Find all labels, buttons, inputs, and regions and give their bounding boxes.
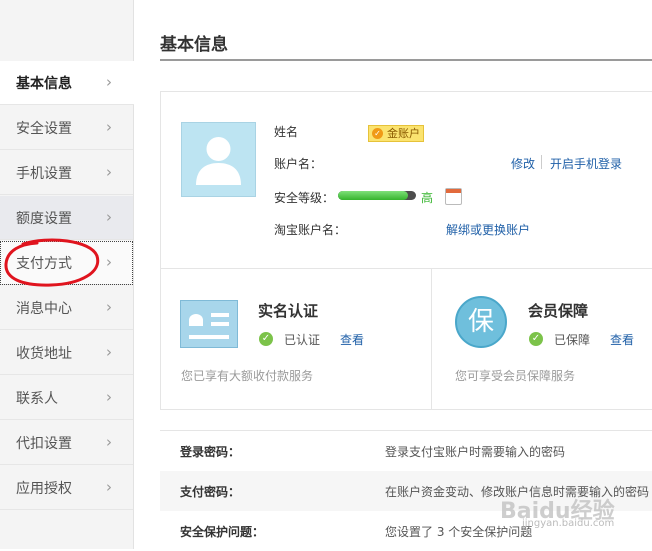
name-label: 姓名 (274, 125, 299, 139)
sidebar-item-label: 额度设置 (16, 211, 72, 227)
verification-desc: 您已享有大额收付款服务 (181, 369, 314, 383)
chevron-right-icon: › (106, 163, 112, 181)
baidu-watermark: Baidu经验 jingyan.baidu.com (500, 499, 615, 529)
unbind-account-link[interactable]: 解绑或更换账户 (446, 221, 530, 238)
row-key: 支付密码： (180, 485, 241, 499)
sidebar-item-limit-settings[interactable]: 额度设置 › (0, 196, 133, 240)
row-value: 登录支付宝账户时需要输入的密码 (385, 445, 566, 459)
security-level-bar (338, 191, 416, 200)
sidebar-item-payment-methods[interactable]: 支付方式 › (0, 241, 133, 285)
protection-view-link[interactable]: 查看 (610, 331, 634, 348)
card-divider-horizontal (160, 268, 652, 269)
sidebar-item-label: 应用授权 (16, 481, 72, 497)
edit-account-link[interactable]: 修改 (511, 155, 535, 172)
sidebar-item-auto-debit[interactable]: 代扣设置 › (0, 421, 133, 465)
protection-title: 会员保障 (528, 302, 589, 320)
sidebar-item-label: 代扣设置 (16, 436, 72, 452)
chevron-right-icon: › (106, 478, 112, 496)
id-card-icon (180, 300, 238, 348)
chevron-right-icon: › (106, 208, 112, 226)
check-icon: ✓ (529, 332, 543, 346)
verification-view-link[interactable]: 查看 (340, 331, 364, 348)
page-title: 基本信息 (160, 35, 228, 55)
chevron-right-icon: › (106, 343, 112, 361)
sidebar-item-shipping-address[interactable]: 收货地址 › (0, 331, 133, 375)
chevron-right-icon: › (106, 433, 112, 451)
account-label: 账户名： (274, 157, 323, 171)
protection-desc: 您可享受会员保障服务 (455, 369, 576, 383)
check-icon: ✓ (259, 332, 273, 346)
gold-account-badge-text: 金账户 (387, 127, 420, 140)
security-settings-table: 登录密码： 登录支付宝账户时需要输入的密码 支付密码： 在账户资金变动、修改账户… (160, 430, 652, 550)
sidebar-item-label: 基本信息 (16, 76, 72, 92)
sidebar-item-security-settings[interactable]: 安全设置 › (0, 106, 133, 150)
calendar-icon[interactable] (445, 188, 462, 205)
taobao-account-label: 淘宝账户名： (274, 223, 347, 237)
chevron-right-icon: › (106, 253, 112, 271)
row-key: 安全保护问题： (180, 525, 265, 539)
sidebar-item-basic-info[interactable]: 基本信息 › (0, 61, 134, 105)
title-divider (160, 59, 652, 61)
gold-account-icon: ✓ (372, 128, 383, 139)
protection-badge-icon: 保 (455, 296, 507, 348)
sidebar-item-label: 收货地址 (16, 346, 72, 362)
link-separator (541, 155, 542, 169)
sidebar-item-message-center[interactable]: 消息中心 › (0, 286, 133, 330)
sidebar-item-label: 支付方式 (16, 256, 72, 272)
sidebar-item-phone-settings[interactable]: 手机设置 › (0, 151, 133, 195)
protection-status: 已保障 (554, 333, 591, 347)
chevron-right-icon: › (106, 298, 112, 316)
avatar (181, 122, 256, 197)
user-silhouette-icon (196, 137, 241, 185)
chevron-right-icon: › (106, 73, 112, 91)
security-level-label: 安全等级： (274, 191, 335, 205)
row-value: 您设置了 3 个安全保护问题 (385, 525, 533, 539)
sidebar-item-app-authorization[interactable]: 应用授权 › (0, 466, 133, 510)
sidebar-item-label: 联系人 (16, 391, 58, 407)
gold-account-badge[interactable]: ✓ 金账户 (368, 125, 424, 142)
row-key: 登录密码： (180, 445, 241, 459)
sidebar-item-label: 安全设置 (16, 121, 72, 137)
phone-login-link[interactable]: 开启手机登录 (550, 155, 622, 172)
sidebar-item-contacts[interactable]: 联系人 › (0, 376, 133, 420)
security-level-fill (338, 191, 409, 200)
chevron-right-icon: › (106, 118, 112, 136)
verification-title: 实名认证 (258, 302, 319, 320)
table-row: 登录密码： 登录支付宝账户时需要输入的密码 (160, 431, 652, 471)
chevron-right-icon: › (106, 388, 112, 406)
security-level-text: 高 (421, 191, 434, 205)
sidebar-item-label: 消息中心 (16, 301, 72, 317)
card-divider-vertical (431, 269, 432, 410)
sidebar-top-space (0, 0, 133, 61)
sidebar-item-label: 手机设置 (16, 166, 72, 182)
verification-status: 已认证 (284, 333, 321, 347)
